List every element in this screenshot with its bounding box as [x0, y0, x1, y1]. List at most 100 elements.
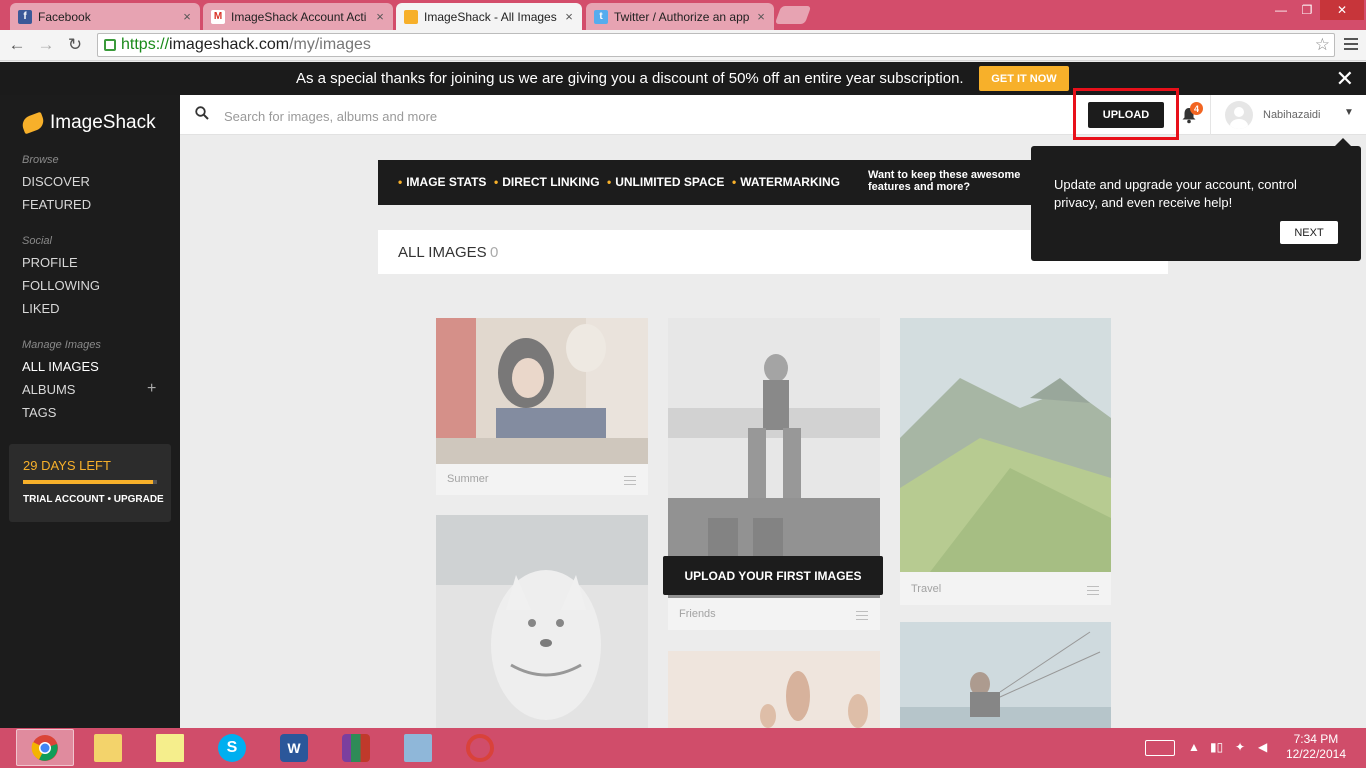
feature-item: • IMAGE STATS: [398, 175, 487, 189]
travel-image: [900, 318, 1111, 572]
sidebar-item-tags[interactable]: TAGS: [22, 405, 56, 420]
trial-upgrade-link[interactable]: TRIAL ACCOUNT • UPGRADE: [23, 494, 164, 505]
close-tab-icon[interactable]: ×: [754, 9, 768, 24]
sidebar-item-featured[interactable]: FEATURED: [22, 197, 91, 212]
trial-progress-bar: [23, 480, 153, 484]
next-button[interactable]: NEXT: [1280, 221, 1338, 244]
feature-question: Want to keep these awesome features and …: [868, 169, 1021, 193]
tab-title: ImageShack - All Images: [424, 9, 557, 24]
skype-icon: S: [218, 733, 246, 762]
sidebar-item-discover[interactable]: DISCOVER: [22, 174, 90, 189]
sidebar-item-albums[interactable]: ALBUMS: [22, 382, 75, 397]
taskbar-app[interactable]: [451, 729, 509, 766]
windows-taskbar: S W ▲ ▮▯ ✦ ◀ 7:34 PM 12/22/2014: [0, 728, 1366, 768]
card-menu-icon: [856, 611, 868, 623]
beach-image: [668, 651, 880, 728]
keyboard-icon[interactable]: [1145, 740, 1175, 756]
clock-date: 12/22/2014: [1285, 747, 1346, 761]
imageshack-logo-icon: [19, 111, 47, 135]
sidebar-item-following[interactable]: FOLLOWING: [22, 278, 100, 293]
url-scheme: https://: [121, 36, 170, 53]
dog-image: [436, 515, 648, 728]
back-icon[interactable]: ←: [5, 34, 29, 56]
close-window-icon[interactable]: ✕: [1320, 0, 1364, 20]
summer-image: [436, 318, 648, 464]
tab-gmail[interactable]: M ImageShack Account Acti ×: [203, 3, 393, 30]
taskbar-word[interactable]: W: [265, 729, 323, 766]
url-host: imageshack.com: [169, 36, 290, 53]
sample-card-beach: [668, 651, 880, 728]
card-label: Summer: [447, 473, 489, 485]
close-tab-icon[interactable]: ×: [373, 9, 387, 24]
upload-button[interactable]: UPLOAD: [1088, 102, 1164, 128]
show-hidden-icons-icon[interactable]: ▲: [1188, 740, 1200, 754]
new-tab-button[interactable]: [774, 6, 812, 24]
system-clock[interactable]: 7:34 PM 12/22/2014: [1286, 732, 1346, 762]
taskbar-calculator[interactable]: [389, 729, 447, 766]
chevron-down-icon[interactable]: ▼: [1344, 107, 1354, 118]
sample-card-kitesurf: [900, 622, 1111, 728]
reload-icon[interactable]: ↻: [63, 34, 87, 56]
header-divider: [1210, 95, 1211, 135]
taskbar-chrome[interactable]: [16, 729, 74, 766]
address-bar[interactable]: https://imageshack.com/my/images ☆: [97, 33, 1335, 57]
calculator-icon: [404, 733, 432, 762]
dropbox-icon[interactable]: ✦: [1235, 740, 1245, 754]
card-menu-icon: [1087, 586, 1099, 598]
feature-item: • WATERMARKING: [732, 175, 840, 189]
onboarding-tooltip: Update and upgrade your account, control…: [1031, 138, 1361, 261]
image-count: 0: [490, 244, 499, 261]
tab-title: Facebook: [38, 9, 91, 24]
add-album-icon[interactable]: +: [147, 380, 156, 398]
card-menu-icon: [624, 476, 636, 488]
sample-card-dog: [436, 515, 648, 728]
taskbar-file-explorer[interactable]: [79, 729, 137, 766]
browser-menu-icon[interactable]: [1344, 38, 1358, 53]
trial-days-left: 29 DAYS LEFT: [23, 458, 111, 473]
top-header: UPLOAD 4 Nabihazaidi ▼: [180, 88, 1366, 140]
volume-icon[interactable]: ◀: [1258, 740, 1267, 754]
card-label: Travel: [911, 583, 942, 595]
winrar-icon: [342, 733, 370, 762]
sidebar-item-all-images[interactable]: ALL IMAGES: [22, 359, 99, 374]
tab-facebook[interactable]: f Facebook ×: [10, 3, 200, 30]
twitter-icon: t: [594, 9, 608, 24]
gmail-icon: M: [211, 9, 225, 24]
app-icon: [466, 733, 494, 762]
taskbar-winrar[interactable]: [327, 729, 385, 766]
logo[interactable]: ImageShack: [19, 111, 156, 135]
tooltip-text: Update and upgrade your account, control…: [1054, 177, 1297, 210]
chrome-icon: [31, 734, 58, 761]
sticky-notes-icon: [156, 733, 184, 762]
search-input[interactable]: [224, 105, 724, 127]
username[interactable]: Nabihazaidi: [1263, 109, 1320, 121]
network-icon[interactable]: ▮▯: [1210, 740, 1223, 754]
close-tab-icon[interactable]: ×: [562, 9, 576, 24]
browser-tab-strip: f Facebook × M ImageShack Account Acti ×…: [0, 0, 1366, 30]
minimize-icon[interactable]: —: [1268, 0, 1294, 20]
upload-first-images-button[interactable]: UPLOAD YOUR FIRST IMAGES: [663, 556, 883, 595]
sidebar-item-profile[interactable]: PROFILE: [22, 255, 78, 270]
tab-imageshack[interactable]: ImageShack - All Images ×: [396, 3, 582, 30]
sidebar-item-liked[interactable]: LIKED: [22, 301, 60, 316]
tab-twitter[interactable]: t Twitter / Authorize an app ×: [586, 3, 774, 30]
forward-icon[interactable]: →: [34, 34, 58, 56]
feature-item: • DIRECT LINKING: [494, 175, 600, 189]
sample-card-summer: Summer: [436, 318, 648, 495]
close-tab-icon[interactable]: ×: [180, 9, 194, 24]
close-icon[interactable]: ✕: [1336, 66, 1354, 92]
get-it-now-button[interactable]: GET IT NOW: [979, 66, 1069, 91]
lock-icon: [104, 39, 116, 51]
avatar[interactable]: [1225, 101, 1253, 129]
taskbar-sticky-notes[interactable]: [141, 729, 199, 766]
taskbar-skype[interactable]: S: [203, 729, 261, 766]
word-icon: W: [280, 733, 308, 762]
trial-panel[interactable]: 29 DAYS LEFT TRIAL ACCOUNT • UPGRADE: [9, 444, 171, 522]
page-title: ALL IMAGES: [398, 244, 487, 261]
promo-message: As a special thanks for joining us we ar…: [296, 70, 964, 87]
section-heading-manage: Manage Images: [22, 339, 101, 351]
clock-time: 7:34 PM: [1293, 732, 1339, 746]
bookmark-star-icon[interactable]: ☆: [1315, 35, 1330, 55]
browser-toolbar: ← → ↻ https://imageshack.com/my/images ☆: [0, 30, 1366, 61]
maximize-icon[interactable]: ❐: [1294, 0, 1320, 20]
